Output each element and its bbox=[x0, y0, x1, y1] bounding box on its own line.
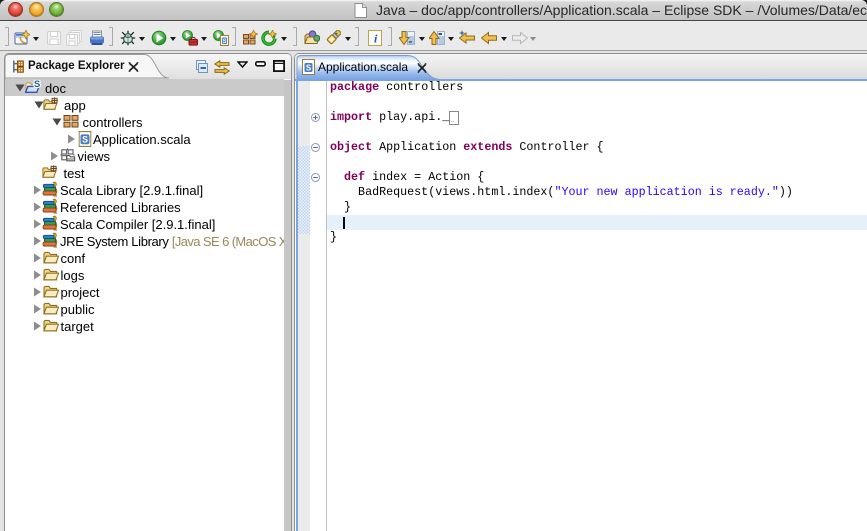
svg-text:S: S bbox=[306, 64, 312, 73]
svg-text:S: S bbox=[222, 39, 226, 45]
